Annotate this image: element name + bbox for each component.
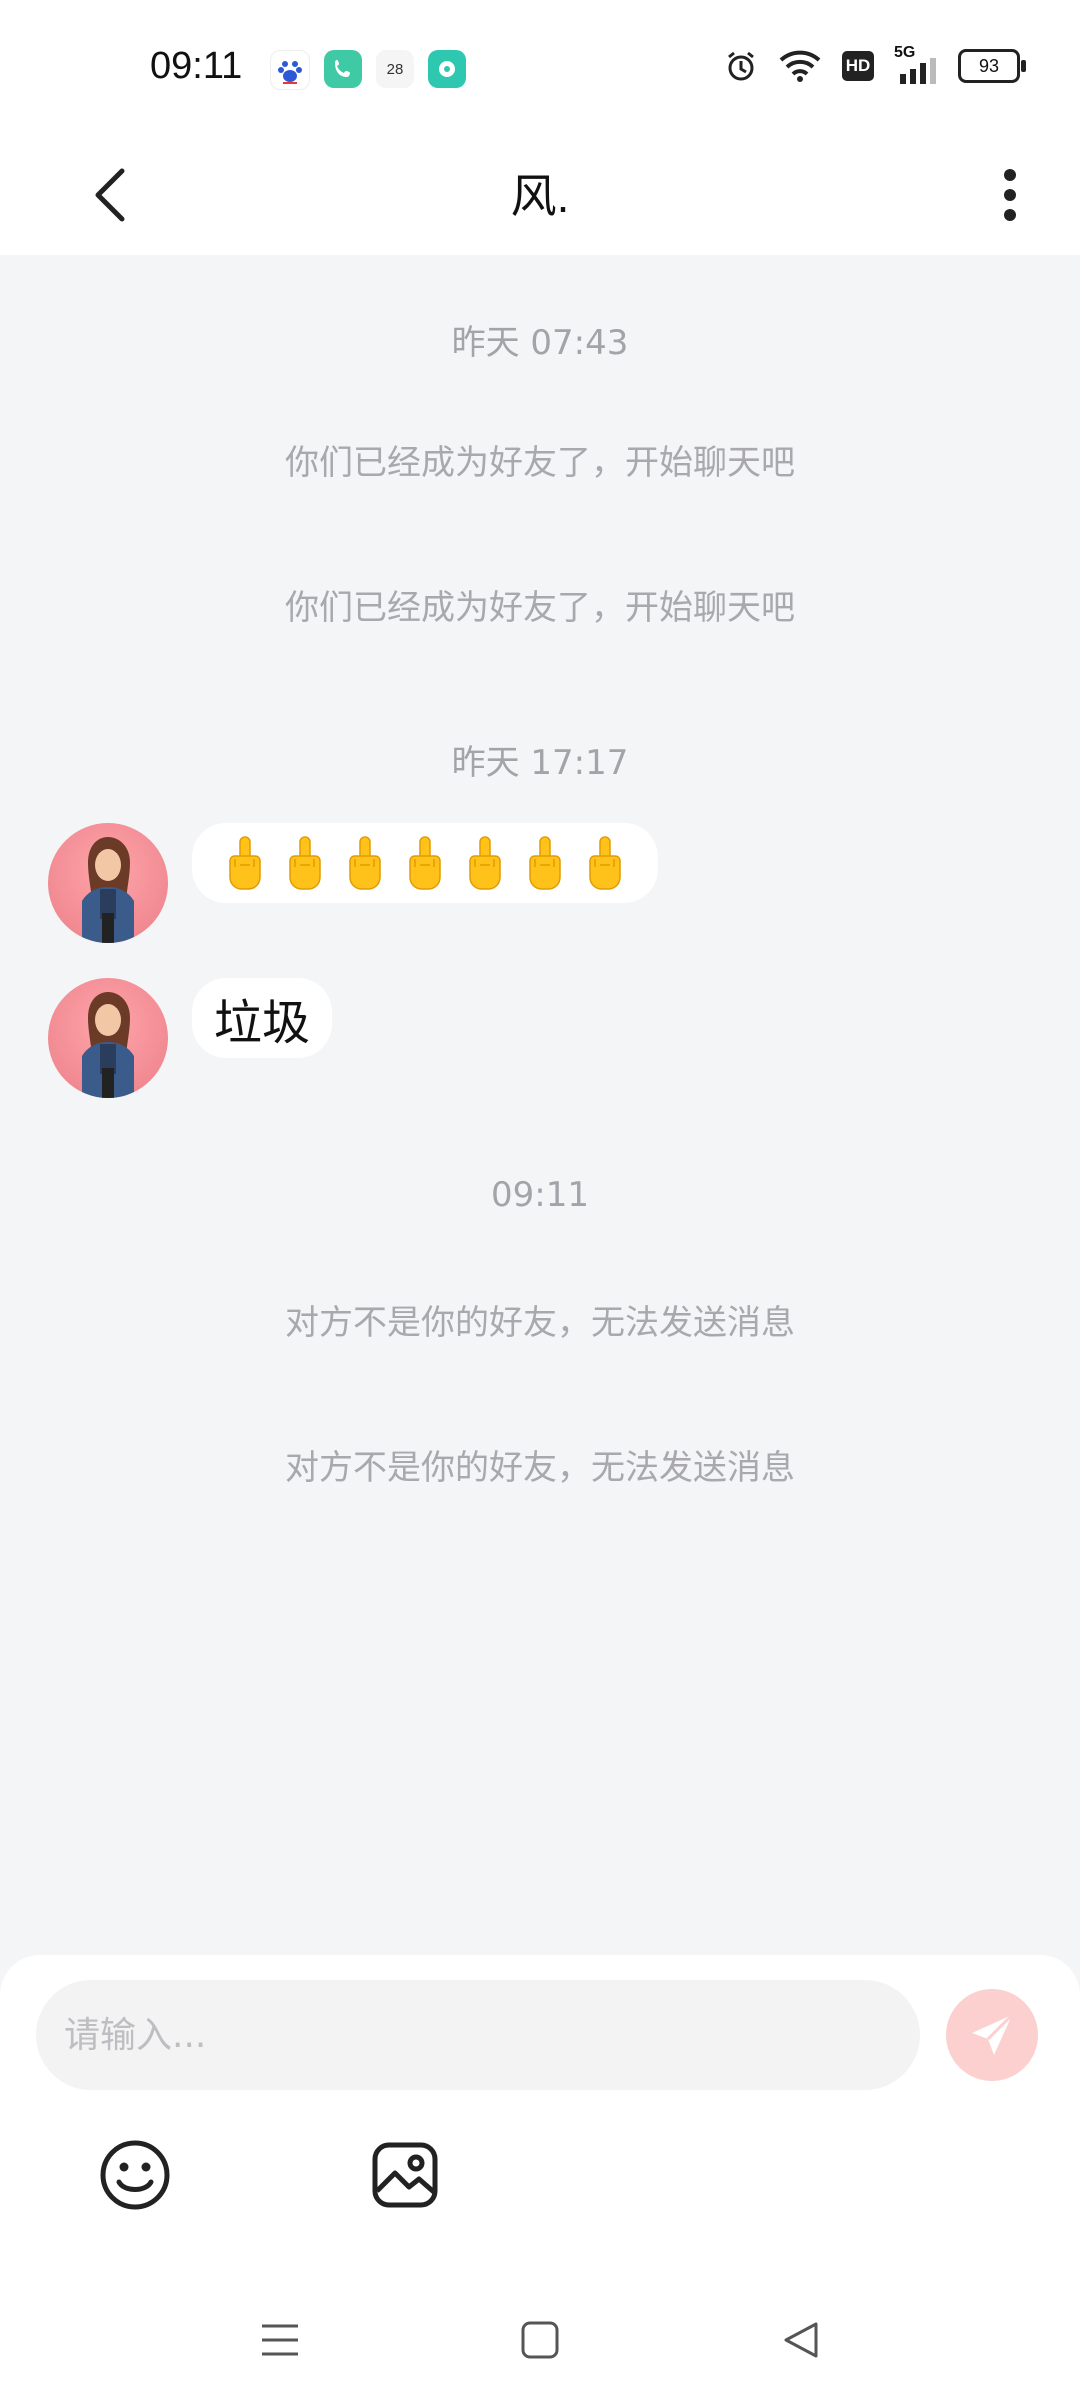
chat-header: 风. xyxy=(0,130,1080,255)
more-button[interactable] xyxy=(980,155,1040,235)
text-message-bubble[interactable]: 垃圾 xyxy=(192,978,333,1058)
system-message: 对方不是你的好友，无法发送消息 xyxy=(285,1303,795,1343)
calendar-app-icon: 28 xyxy=(376,50,414,88)
phone-app-icon xyxy=(324,50,362,88)
emoji-row xyxy=(192,823,658,903)
message-input[interactable] xyxy=(36,1980,920,2090)
back-triangle-icon xyxy=(784,2322,818,2358)
image-button[interactable] xyxy=(365,2135,445,2215)
image-icon xyxy=(372,2142,438,2208)
status-time: 09:11 xyxy=(150,45,243,87)
emoji-message-bubble[interactable] xyxy=(192,823,658,903)
alarm-icon xyxy=(728,51,754,81)
middle-finger-emoji xyxy=(349,836,381,890)
timestamp: 昨天 17:17 xyxy=(451,743,629,783)
chat-title: 风. xyxy=(510,170,570,222)
hd-icon: HD xyxy=(842,51,874,81)
system-navigation-bar xyxy=(0,2270,1080,2400)
more-vertical-icon xyxy=(1004,169,1016,221)
home-button[interactable] xyxy=(510,2310,570,2370)
smiley-icon xyxy=(100,2140,170,2210)
home-square-icon xyxy=(521,2321,559,2359)
middle-finger-emoji xyxy=(409,836,441,890)
calendar-date: 28 xyxy=(386,60,404,78)
middle-finger-emoji xyxy=(529,836,561,890)
menu-button[interactable] xyxy=(250,2310,310,2370)
notification-icons: 28 xyxy=(270,50,466,90)
middle-finger-emoji xyxy=(469,836,501,890)
system-message: 你们已经成为好友了，开始聊天吧 xyxy=(285,443,795,483)
baidu-app-icon xyxy=(270,50,310,90)
message-text: 垃圾 xyxy=(214,995,311,1051)
status-indicators: HD 5G 93 xyxy=(724,44,1026,84)
avatar[interactable] xyxy=(48,823,168,943)
timestamp: 昨天 07:43 xyxy=(451,323,629,363)
middle-finger-emoji xyxy=(289,836,321,890)
menu-icon xyxy=(262,2324,298,2356)
message-app-icon xyxy=(428,50,466,88)
system-message: 你们已经成为好友了，开始聊天吧 xyxy=(285,588,795,628)
send-icon xyxy=(972,2013,1014,2055)
status-bar: 09:11 28 HD 5G 93 xyxy=(0,0,1080,130)
send-button[interactable] xyxy=(946,1989,1038,2081)
middle-finger-emoji xyxy=(589,836,621,890)
battery-icon: 93 xyxy=(958,49,1026,83)
back-nav-button[interactable] xyxy=(770,2310,830,2370)
middle-finger-emoji xyxy=(229,836,261,890)
signal-5g-icon: 5G xyxy=(894,44,938,84)
message-list[interactable]: 昨天 07:43 你们已经成为好友了，开始聊天吧 你们已经成为好友了，开始聊天吧… xyxy=(0,255,1080,1955)
wifi-icon xyxy=(779,50,821,82)
avatar[interactable] xyxy=(48,978,168,1098)
system-message: 对方不是你的好友，无法发送消息 xyxy=(285,1448,795,1488)
battery-level: 93 xyxy=(978,55,1000,76)
emoji-button[interactable] xyxy=(95,2135,175,2215)
timestamp: 09:11 xyxy=(491,1175,589,1215)
